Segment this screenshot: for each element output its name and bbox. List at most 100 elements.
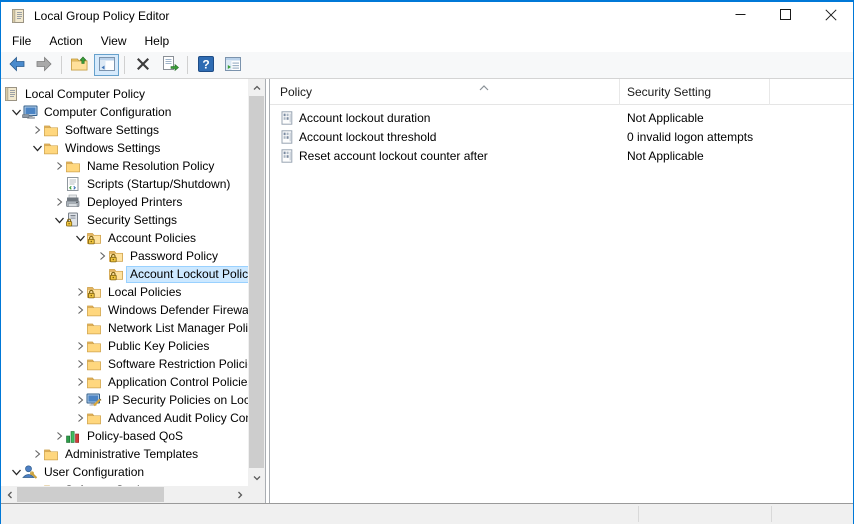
policy-security-setting: 0 invalid logon attempts [627, 130, 753, 144]
chevron-collapsed-icon[interactable] [53, 429, 65, 443]
chevron-collapsed-icon[interactable] [96, 249, 108, 263]
policy-row[interactable]: Account lockout durationNot Applicable [270, 108, 853, 127]
local-group-policy-editor-window: Local Group Policy Editor FileActionView… [0, 0, 854, 524]
tree-item-advanced-audit-policy-conf[interactable]: Advanced Audit Policy Conf [1, 409, 248, 427]
scroll-right-arrow-icon[interactable] [231, 486, 248, 503]
tree-item-local-policies[interactable]: Local Policies [1, 283, 248, 301]
back-arrow-icon [7, 54, 27, 77]
tree-item-user-configuration[interactable]: User Configuration [1, 463, 248, 481]
tree-item-software-settings[interactable]: Software Settings [1, 121, 248, 139]
scroll-left-arrow-icon[interactable] [1, 486, 18, 503]
tree-horizontal-scrollbar[interactable] [1, 486, 248, 503]
window-title: Local Group Policy Editor [34, 9, 169, 23]
chevron-expanded-icon[interactable] [10, 465, 22, 479]
close-button[interactable] [808, 2, 853, 30]
tree-item-label: Software Restriction Policies [105, 357, 248, 372]
tree-item-label: Software Settings [62, 123, 162, 138]
tree-item-network-list-manager-polici[interactable]: Network List Manager Polici [1, 319, 248, 337]
content-area: Local Computer Policy Computer Configurat… [1, 79, 853, 504]
tree-item-label: Computer Configuration [41, 105, 174, 120]
tree-item-label: Administrative Templates [62, 447, 201, 462]
chevron-collapsed-icon[interactable] [53, 195, 65, 209]
tree-item-administrative-templates[interactable]: Administrative Templates [1, 445, 248, 463]
vertical-scrollbar-thumb[interactable] [249, 96, 264, 468]
folder-lock-icon [108, 266, 124, 282]
tree-item-password-policy[interactable]: Password Policy [1, 247, 248, 265]
scroll-up-arrow-icon[interactable] [248, 79, 265, 96]
chevron-expanded-icon[interactable] [74, 231, 86, 245]
up-one-level-button[interactable] [67, 54, 92, 76]
tree-item-label: Password Policy [127, 249, 221, 264]
folder-icon [43, 122, 59, 138]
folder-icon [43, 140, 59, 156]
tree-item-public-key-policies[interactable]: Public Key Policies [1, 337, 248, 355]
menu-view[interactable]: View [92, 31, 136, 51]
column-header-security-setting[interactable]: Security Setting [620, 79, 770, 105]
toolbar-separator [124, 56, 125, 74]
folder-icon [86, 320, 102, 336]
show-action-pane-button[interactable] [220, 54, 245, 76]
tree-item-ip-security-policies-on-local[interactable]: IP Security Policies on Local [1, 391, 248, 409]
tree-item-local-computer-policy[interactable]: Local Computer Policy [1, 85, 248, 103]
chevron-collapsed-icon[interactable] [74, 303, 86, 317]
policy-row[interactable]: Account lockout threshold0 invalid logon… [270, 127, 853, 146]
status-bar [1, 504, 853, 524]
tree-item-software-restriction-policies[interactable]: Software Restriction Policies [1, 355, 248, 373]
tree-item-deployed-printers[interactable]: Deployed Printers [1, 193, 248, 211]
menu-file[interactable]: File [3, 31, 40, 51]
chevron-collapsed-icon[interactable] [74, 339, 86, 353]
chevron-expanded-icon[interactable] [10, 105, 22, 119]
chevron-expanded-icon[interactable] [53, 213, 65, 227]
horizontal-scrollbar-thumb[interactable] [17, 487, 164, 502]
title-bar[interactable]: Local Group Policy Editor [1, 2, 853, 30]
help-icon: ? [196, 54, 216, 77]
tree-vertical-scrollbar[interactable] [248, 79, 265, 486]
chevron-collapsed-icon[interactable] [74, 411, 86, 425]
folder-lock-icon [86, 284, 102, 300]
chevron-collapsed-icon[interactable] [74, 375, 86, 389]
menu-help[interactable]: Help [136, 31, 179, 51]
scrollbar-corner [248, 486, 265, 503]
console-tree-icon [97, 54, 117, 77]
console-tree-pane: Local Computer Policy Computer Configurat… [1, 79, 266, 503]
forward-button[interactable] [31, 54, 56, 76]
script-icon [65, 176, 81, 192]
chevron-expanded-icon[interactable] [31, 141, 43, 155]
gpedit-scroll-icon [10, 8, 26, 24]
show-console-tree-button[interactable] [94, 54, 119, 76]
tree-item-windows-settings[interactable]: Windows Settings [1, 139, 248, 157]
tree-item-account-lockout-policy[interactable]: Account Lockout Policy [1, 265, 248, 283]
tree-item-account-policies[interactable]: Account Policies [1, 229, 248, 247]
scroll-down-arrow-icon[interactable] [248, 469, 265, 486]
tree-item-scripts-startup-shutdown[interactable]: Scripts (Startup/Shutdown) [1, 175, 248, 193]
server-lock-icon [65, 212, 81, 228]
folder-lock-icon [86, 230, 102, 246]
back-button[interactable] [4, 54, 29, 76]
chevron-collapsed-icon[interactable] [74, 357, 86, 371]
policy-row[interactable]: Reset account lockout counter afterNot A… [270, 146, 853, 165]
menu-action[interactable]: Action [40, 31, 91, 51]
help-button[interactable]: ? [193, 54, 218, 76]
delete-button[interactable] [130, 54, 155, 76]
folder-lock-icon [108, 248, 124, 264]
folder-icon [86, 410, 102, 426]
tree-item-label: Network List Manager Polici [105, 321, 248, 336]
tree-item-policy-based-qos[interactable]: Policy-based QoS [1, 427, 248, 445]
chevron-placeholder [53, 177, 65, 191]
policy-name: Account lockout threshold [299, 130, 627, 144]
tree-item-windows-defender-firewall-w[interactable]: Windows Defender Firewall w [1, 301, 248, 319]
chevron-collapsed-icon[interactable] [53, 159, 65, 173]
minimize-button[interactable] [718, 2, 763, 30]
chevron-collapsed-icon[interactable] [74, 285, 86, 299]
tree-item-name-resolution-policy[interactable]: Name Resolution Policy [1, 157, 248, 175]
chevron-collapsed-icon[interactable] [31, 447, 43, 461]
tree-item-application-control-policies[interactable]: Application Control Policies [1, 373, 248, 391]
tree-item-security-settings[interactable]: Security Settings [1, 211, 248, 229]
chevron-collapsed-icon[interactable] [31, 123, 43, 137]
folder-icon [86, 302, 102, 318]
maximize-button[interactable] [763, 2, 808, 30]
export-list-button[interactable] [157, 54, 182, 76]
chevron-collapsed-icon[interactable] [74, 393, 86, 407]
column-header-policy[interactable]: Policy [270, 79, 620, 105]
tree-item-computer-configuration[interactable]: Computer Configuration [1, 103, 248, 121]
